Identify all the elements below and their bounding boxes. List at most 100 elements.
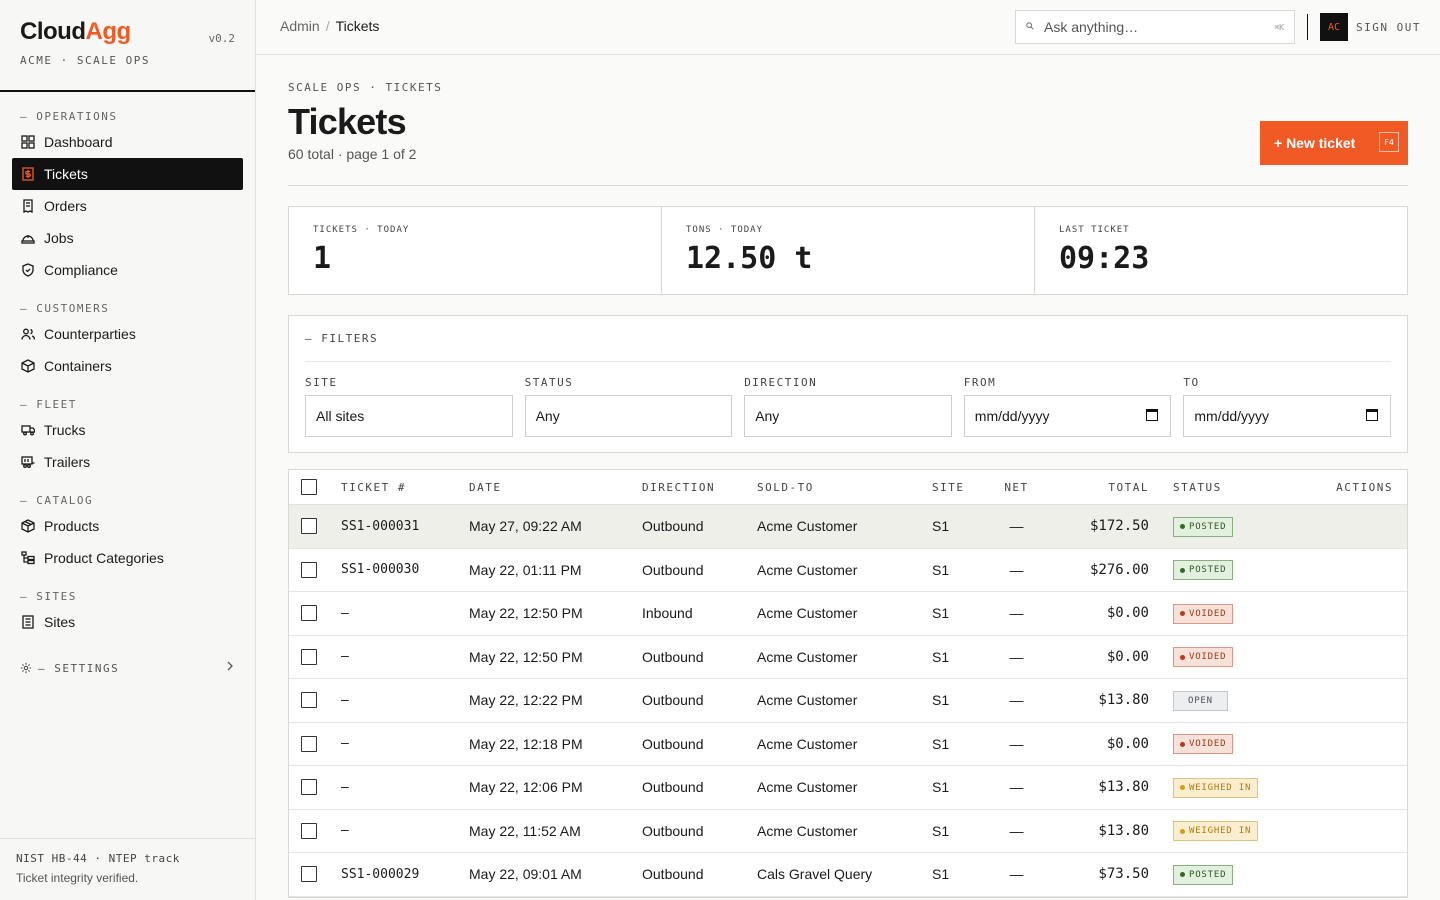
new-ticket-label: + New ticket — [1274, 135, 1356, 151]
ticket-sold-to: Acme Customer — [757, 692, 858, 709]
row-checkbox[interactable] — [301, 692, 317, 709]
row-checkbox[interactable] — [301, 735, 317, 752]
ticket-sold-to: Acme Customer — [757, 822, 858, 839]
receipt-icon — [20, 198, 36, 214]
select-all-checkbox[interactable] — [301, 479, 317, 495]
table-row[interactable]: SS1-000029 May 22, 09:01 AM Outbound Cals G… — [289, 853, 1407, 897]
table-row[interactable]: – May 22, 12:22 PM Outbound Acme Customer S1… — [289, 679, 1407, 723]
ticket-sold-to: Acme Customer — [757, 779, 858, 796]
col-site[interactable]: SITE — [932, 481, 994, 494]
to-date-input[interactable]: mm/dd/yyyy — [1183, 395, 1391, 437]
ticket-number[interactable]: SS1-000031 — [341, 519, 469, 534]
ticket-total: $13.80 — [1098, 822, 1149, 839]
from-date-input[interactable]: mm/dd/yyyy — [963, 395, 1172, 437]
col-date[interactable]: DATE — [469, 481, 642, 494]
breadcrumb-admin[interactable]: Admin — [280, 18, 320, 34]
shield-icon — [20, 262, 36, 278]
sidebar-item-product-categories[interactable]: Product Categories — [12, 542, 243, 574]
stat-tons-today: TONS · TODAY 12.50 t — [662, 207, 1035, 294]
status-cell: VOIDED — [1149, 647, 1269, 667]
calendar-icon[interactable] — [1146, 409, 1159, 421]
table-row[interactable]: – May 22, 12:18 PM Outbound Acme Customer S1… — [289, 723, 1407, 766]
ticket-number[interactable]: – — [341, 649, 469, 664]
new-ticket-shortcut: F4 — [1379, 132, 1399, 152]
avatar[interactable]: AC — [1320, 13, 1348, 41]
logo[interactable]: CloudAgg — [20, 18, 235, 46]
row-checkbox[interactable] — [301, 648, 317, 665]
row-checkbox[interactable] — [301, 822, 317, 839]
sidebar-item-orders[interactable]: Orders — [12, 190, 243, 222]
col-status[interactable]: STATUS — [1149, 481, 1269, 494]
ticket-total: $0.00 — [1106, 648, 1149, 665]
sidebar-item-tickets[interactable]: Tickets — [12, 158, 243, 190]
col-net[interactable]: NET — [994, 481, 1039, 494]
select-all-cell — [289, 479, 341, 495]
row-checkbox[interactable] — [301, 561, 317, 578]
row-select-cell — [289, 518, 341, 535]
sidebar-item-trucks[interactable]: Trucks — [12, 414, 243, 446]
table-row[interactable]: – May 22, 12:06 PM Outbound Acme Customer S1… — [289, 766, 1407, 810]
col-actions: ACTIONS — [1336, 480, 1393, 494]
row-checkbox[interactable] — [301, 518, 317, 535]
direction-select[interactable]: Any — [744, 395, 952, 437]
ticket-number[interactable]: SS1-000029 — [341, 867, 469, 882]
status-cell: POSTED — [1149, 560, 1269, 580]
sign-out-button[interactable]: SIGN OUT — [1356, 21, 1421, 34]
sidebar-item-containers[interactable]: Containers — [12, 350, 243, 382]
ticket-net: — — [1009, 561, 1024, 578]
status-select[interactable]: Any — [524, 395, 733, 437]
row-select-cell — [289, 779, 341, 796]
nav-section-label: — FLEET — [20, 397, 77, 411]
status-badge: VOIDED — [1173, 734, 1234, 754]
sidebar-item-jobs[interactable]: Jobs — [12, 222, 243, 254]
status-badge: POSTED — [1173, 864, 1234, 885]
stat-label: LAST TICKET — [1059, 225, 1130, 235]
table-row[interactable]: SS1-000030 May 22, 01:11 PM Outbound Acme C… — [289, 549, 1407, 592]
table-row[interactable]: – May 22, 12:50 PM Inbound Acme Customer S1 —… — [289, 592, 1407, 636]
status-text: WEIGHED IN — [1189, 782, 1252, 793]
row-select-cell — [289, 866, 341, 883]
ticket-number[interactable]: – — [341, 606, 469, 621]
new-ticket-button[interactable]: + New ticket F4 — [1260, 121, 1408, 165]
sidebar-item-compliance[interactable]: Compliance — [12, 254, 243, 286]
sidebar-item-trailers[interactable]: Trailers — [12, 446, 243, 478]
col-total[interactable]: TOTAL — [1039, 481, 1149, 494]
settings-toggle[interactable]: — SETTINGS — [12, 656, 243, 680]
search-box[interactable]: ⌘K — [1015, 10, 1295, 44]
ticket-number[interactable]: – — [341, 693, 469, 708]
table-row[interactable]: – May 22, 11:52 AM Outbound Acme Customer S1… — [289, 810, 1407, 853]
ticket-date: May 22, 12:50 PM — [469, 605, 583, 622]
ticket-number[interactable]: – — [341, 823, 469, 838]
sidebar-item-products[interactable]: Products — [12, 510, 243, 542]
row-checkbox[interactable] — [301, 866, 317, 883]
col-direction[interactable]: DIRECTION — [642, 481, 757, 494]
site-select[interactable]: All sites — [305, 395, 513, 437]
stat-tickets-today: TICKETS · TODAY 1 — [289, 207, 662, 294]
sidebar-item-label: Compliance — [44, 262, 118, 278]
status-badge: WEIGHED IN — [1173, 777, 1259, 798]
status-dot-icon — [1180, 785, 1185, 790]
header-divider — [288, 185, 1408, 186]
status-cell: POSTED — [1149, 516, 1269, 537]
ticket-number[interactable]: SS1-000030 — [341, 562, 469, 577]
from-date-value: mm/dd/yyyy — [974, 408, 1050, 424]
row-checkbox[interactable] — [301, 779, 317, 796]
sidebar-item-dashboard[interactable]: Dashboard — [12, 126, 243, 158]
sidebar-nav: — OPERATIONS Dashboard Tickets Orders Jobs Co… — [0, 92, 255, 680]
col-ticket[interactable]: TICKET # — [341, 481, 469, 494]
sidebar-item-counterparties[interactable]: Counterparties — [12, 318, 243, 350]
calendar-icon[interactable] — [1365, 409, 1378, 421]
sidebar-item-sites[interactable]: Sites — [12, 606, 243, 638]
search-input[interactable] — [1044, 19, 1275, 35]
col-sold-to[interactable]: SOLD-TO — [757, 481, 932, 494]
table-row[interactable]: – May 22, 12:50 PM Outbound Acme Customer S1… — [289, 636, 1407, 679]
integrity-note: Ticket integrity verified. — [16, 871, 139, 885]
ticket-number[interactable]: – — [341, 736, 469, 751]
hardhat-icon — [20, 230, 36, 246]
status-dot-icon — [1180, 872, 1185, 877]
row-select-cell — [289, 822, 341, 839]
row-checkbox[interactable] — [301, 605, 317, 622]
table-row[interactable]: SS1-000031 May 27, 09:22 AM Outbound Acme C… — [289, 505, 1407, 549]
ticket-number[interactable]: – — [341, 780, 469, 795]
topbar: Admin / Tickets ⌘K AC SIGN OUT — [256, 0, 1440, 55]
